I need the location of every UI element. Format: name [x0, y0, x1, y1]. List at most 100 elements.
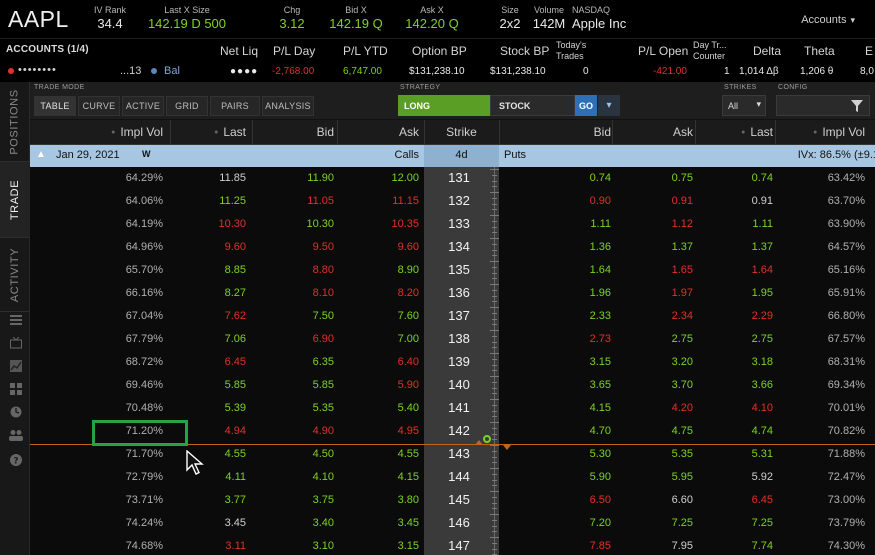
tab-activity[interactable]: ACTIVITY [0, 238, 30, 312]
call-impl-vol-cell[interactable]: 73.71% [126, 494, 163, 506]
call-last-cell[interactable]: 8.85 [225, 264, 246, 276]
put-ask-cell[interactable]: 2.34 [672, 310, 693, 322]
chain-row-144[interactable]: 72.79% 4.11 4.10 4.15 5.90 5.95 5.92 72.47% 144 [30, 466, 875, 489]
call-ask-cell[interactable]: 3.80 [398, 494, 419, 506]
put-bid-cell[interactable]: 3.65 [590, 379, 611, 391]
put-impl-vol-cell[interactable]: 67.57% [828, 333, 865, 345]
chain-row-138[interactable]: 67.79% 7.06 6.90 7.00 2.73 2.75 2.75 67.57% 138 [30, 328, 875, 351]
chain-row-145[interactable]: 73.71% 3.77 3.75 3.80 6.50 6.60 6.45 73.00% 145 [30, 489, 875, 512]
chart-icon[interactable] [10, 360, 22, 372]
collapse-chevron-icon[interactable]: ▲ [36, 149, 46, 160]
strike-header[interactable]: Strike [424, 125, 499, 139]
put-ask-cell[interactable]: 2.75 [672, 333, 693, 345]
call-bid-cell[interactable]: 5.35 [313, 402, 334, 414]
put-ask-cell[interactable]: 1.65 [672, 264, 693, 276]
put-ask-cell[interactable]: 1.97 [672, 287, 693, 299]
put-bid-cell[interactable]: 1.64 [590, 264, 611, 276]
put-bid-cell[interactable]: 5.30 [590, 448, 611, 460]
call-last-cell[interactable]: 7.06 [225, 333, 246, 345]
call-bid-cell[interactable]: 11.90 [307, 172, 334, 184]
call-impl-vol-cell[interactable]: 65.70% [126, 264, 163, 276]
call-last-cell[interactable]: 4.11 [225, 471, 246, 483]
list-icon[interactable] [10, 314, 22, 326]
people-icon[interactable] [8, 429, 24, 441]
call-bid-cell[interactable]: 6.35 [313, 356, 334, 368]
put-ask-cell[interactable]: 5.95 [672, 471, 693, 483]
chain-row-141[interactable]: 70.48% 5.39 5.35 5.40 4.15 4.20 4.10 70.01% 141 [30, 397, 875, 420]
filter-icon[interactable] [851, 100, 863, 112]
put-impl-vol-cell[interactable]: 70.01% [828, 402, 865, 414]
strategy-dropdown[interactable]: ▾ [598, 95, 620, 116]
chain-row-137[interactable]: 67.04% 7.62 7.50 7.60 2.33 2.34 2.29 66.80% 137 [30, 305, 875, 328]
put-bid-cell[interactable]: 4.70 [590, 425, 611, 437]
call-last-cell[interactable]: 11.85 [219, 172, 246, 184]
expiration-row[interactable]: ▲ Jan 29, 2021 W Calls 4d Puts IVx: 86.5… [30, 145, 875, 167]
mode-active-button[interactable]: ACTIVE [122, 96, 164, 116]
put-ask-cell[interactable]: 4.75 [672, 425, 693, 437]
put-bid-cell[interactable]: 1.11 [590, 218, 611, 230]
put-impl-vol-cell[interactable]: 63.70% [828, 195, 865, 207]
chain-row-133[interactable]: 64.19% 10.30 10.30 10.35 1.11 1.12 1.11 63.90% 1… [30, 213, 875, 236]
call-last-cell[interactable]: 4.55 [225, 448, 246, 460]
put-last-header[interactable]: Last [741, 125, 773, 139]
put-bid-cell[interactable]: 1.36 [590, 241, 611, 253]
put-bid-cell[interactable]: 2.33 [590, 310, 611, 322]
mode-analysis-button[interactable]: ANALYSIS [262, 96, 314, 116]
call-ask-cell[interactable]: 10.35 [391, 218, 419, 230]
put-bid-cell[interactable]: 2.73 [590, 333, 611, 345]
call-impl-vol-cell[interactable]: 64.06% [126, 195, 163, 207]
call-ask-cell[interactable]: 7.00 [398, 333, 419, 345]
call-bid-cell[interactable]: 10.30 [306, 218, 334, 230]
call-bid-cell[interactable]: 8.80 [313, 264, 334, 276]
chain-row-134[interactable]: 64.96% 9.60 9.50 9.60 1.36 1.37 1.37 64.57% 134 [30, 236, 875, 259]
put-last-cell[interactable]: 3.18 [752, 356, 773, 368]
tv-icon[interactable] [10, 337, 22, 349]
put-bid-cell[interactable]: 6.50 [590, 494, 611, 506]
put-last-cell[interactable]: 4.10 [752, 402, 773, 414]
clock-icon[interactable] [10, 406, 22, 418]
put-ask-cell[interactable]: 6.60 [672, 494, 693, 506]
mode-pairs-button[interactable]: PAIRS [210, 96, 260, 116]
grid-icon[interactable] [10, 383, 22, 395]
put-ask-cell[interactable]: 5.35 [672, 448, 693, 460]
put-bid-cell[interactable]: 7.20 [590, 517, 611, 529]
put-ask-header[interactable]: Ask [673, 125, 693, 139]
put-last-cell[interactable]: 7.74 [752, 540, 773, 552]
put-ask-cell[interactable]: 3.70 [672, 379, 693, 391]
call-bid-cell[interactable]: 3.75 [313, 494, 334, 506]
put-bid-cell[interactable]: 3.15 [590, 356, 611, 368]
chain-row-139[interactable]: 68.72% 6.45 6.35 6.40 3.15 3.20 3.18 68.31% 139 [30, 351, 875, 374]
put-bid-cell[interactable]: 4.15 [590, 402, 611, 414]
chain-row-147[interactable]: 74.68% 3.11 3.10 3.15 7.85 7.95 7.74 74.30% 147 [30, 535, 875, 555]
call-bid-cell[interactable]: 4.90 [313, 425, 334, 437]
put-bid-cell[interactable]: 0.74 [590, 172, 611, 184]
put-last-cell[interactable]: 5.92 [752, 471, 773, 483]
call-bid-cell[interactable]: 5.85 [313, 379, 334, 391]
put-impl-vol-cell[interactable]: 65.16% [828, 264, 865, 276]
put-last-cell[interactable]: 1.64 [752, 264, 773, 276]
call-bid-header[interactable]: Bid [317, 125, 334, 139]
call-impl-vol-cell[interactable]: 69.46% [126, 379, 163, 391]
call-impl-vol-cell[interactable]: 74.24% [126, 517, 163, 529]
call-impl-vol-cell[interactable]: 64.29% [126, 172, 163, 184]
call-ask-cell[interactable]: 3.45 [398, 517, 419, 529]
long-button[interactable]: LONG [398, 95, 490, 116]
call-last-cell[interactable]: 3.45 [225, 517, 246, 529]
put-impl-vol-cell[interactable]: 74.30% [828, 540, 865, 552]
symbol-input[interactable]: AAPL [8, 6, 69, 33]
call-ask-cell[interactable]: 3.15 [398, 540, 419, 552]
call-bid-cell[interactable]: 11.05 [307, 195, 334, 207]
call-last-cell[interactable]: 3.11 [225, 540, 246, 552]
put-last-cell[interactable]: 2.75 [752, 333, 773, 345]
chain-row-143[interactable]: 71.70% 4.55 4.50 4.55 5.30 5.35 5.31 71.88% 143 [30, 443, 875, 466]
put-last-cell[interactable]: 4.74 [752, 425, 773, 437]
put-impl-vol-cell[interactable]: 63.90% [828, 218, 865, 230]
call-bid-cell[interactable]: 3.40 [313, 517, 334, 529]
put-bid-cell[interactable]: 0.90 [590, 195, 611, 207]
balance-label[interactable]: Bal [164, 65, 180, 77]
put-bid-cell[interactable]: 7.85 [590, 540, 611, 552]
put-impl-vol-cell[interactable]: 71.88% [828, 448, 865, 460]
put-last-cell[interactable]: 6.45 [752, 494, 773, 506]
call-bid-cell[interactable]: 4.10 [313, 471, 334, 483]
call-impl-vol-cell[interactable]: 70.48% [126, 402, 163, 414]
